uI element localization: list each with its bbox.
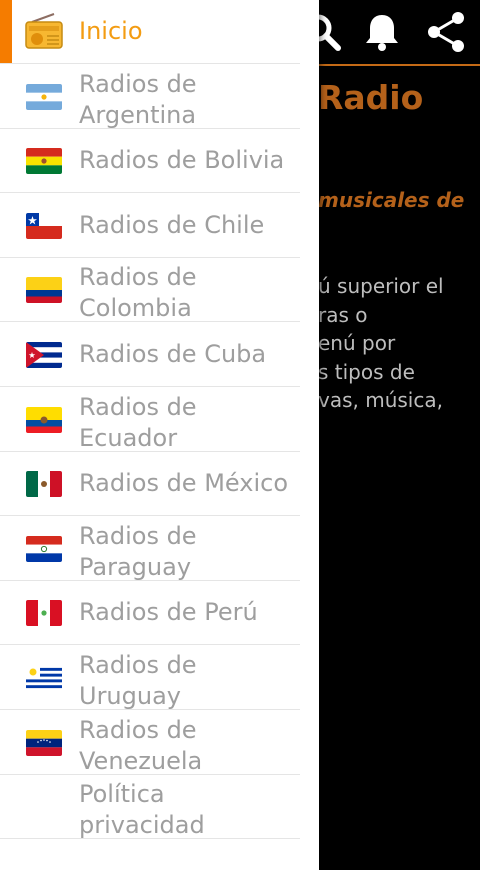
label-line: Radios de: [79, 651, 197, 679]
body-line: enú por: [318, 331, 396, 355]
drawer-item-ecuador[interactable]: Radios de Ecuador: [0, 388, 319, 452]
drawer-item-label: Radios de Ecuador: [79, 392, 197, 454]
drawer-item-inicio[interactable]: Inicio: [0, 0, 319, 64]
flag-mexico-icon: [26, 471, 62, 498]
label-line: Argentina: [79, 100, 197, 129]
drawer-item-label: Radios de Paraguay: [79, 521, 197, 583]
flag-bolivia-icon: [26, 148, 62, 175]
drawer-item-paraguay[interactable]: Radios de Paraguay: [0, 517, 319, 581]
drawer-item-uruguay[interactable]: Radios de Uruguay: [0, 646, 319, 710]
drawer-item-bolivia[interactable]: Radios de Bolivia: [0, 129, 319, 194]
drawer-item-label: Radios de Bolivia: [79, 146, 285, 175]
drawer-item-label: Radios de Colombia: [79, 262, 197, 324]
drawer-item-label: Radios de México: [79, 469, 289, 498]
flag-uruguay-icon: [26, 665, 62, 691]
page-subtitle: musicales de: [318, 188, 465, 212]
label-line: Uruguay: [79, 682, 181, 710]
label-line: Venezuela: [79, 746, 203, 775]
body-line: ú superior el: [318, 274, 444, 298]
active-indicator: [0, 0, 12, 64]
label-line: Política: [79, 780, 165, 809]
page-title: Radio: [318, 78, 424, 117]
label-line: Radios de: [79, 521, 197, 550]
bell-icon[interactable]: [360, 10, 404, 54]
flag-cuba-icon: [26, 342, 62, 368]
flag-chile-icon: [26, 212, 62, 239]
flag-peru-icon: [26, 600, 62, 627]
drawer-item-label: Radios de Uruguay: [79, 650, 197, 712]
drawer-item-mexico[interactable]: Radios de México: [0, 452, 319, 517]
drawer-item-chile[interactable]: Radios de Chile: [0, 194, 319, 258]
page-body-text: ú superior el ras o enú por s tipos de v…: [318, 272, 480, 415]
label-line: Colombia: [79, 294, 192, 323]
label-line: Radios de: [79, 69, 197, 98]
share-icon[interactable]: [424, 10, 468, 54]
flag-argentina-icon: [26, 83, 62, 110]
drawer-item-label: Radios de Cuba: [79, 340, 267, 368]
radio-icon: [24, 12, 64, 52]
label-line: Radios de: [79, 392, 197, 421]
drawer-item-privacy-policy[interactable]: Política privacidad: [0, 775, 319, 841]
label-line: Ecuador: [79, 423, 178, 452]
body-line: vas, música,: [318, 388, 443, 412]
drawer-item-venezuela[interactable]: Radios de Venezuela: [0, 711, 319, 775]
navigation-drawer: Inicio Radios de Argentina Radios de Bol…: [0, 0, 319, 870]
label-line: Radios de: [79, 263, 197, 292]
label-line: Paraguay: [79, 552, 192, 581]
label-line: Radios de: [79, 715, 197, 744]
drawer-item-label: Radios de Chile: [79, 210, 265, 239]
flag-venezuela-icon: [26, 729, 62, 756]
flag-paraguay-icon: [26, 535, 62, 562]
body-line: ras o: [318, 302, 368, 327]
drawer-item-label: Radios de Argentina: [79, 69, 197, 131]
label-line: privacidad: [79, 811, 205, 840]
drawer-item-label: Inicio: [79, 17, 143, 45]
body-line: s tipos de: [318, 359, 415, 384]
drawer-item-label: Radios de Venezuela: [79, 715, 202, 777]
drawer-item-argentina[interactable]: Radios de Argentina: [0, 65, 319, 129]
flag-ecuador-icon: [26, 406, 62, 433]
divider: [0, 838, 300, 840]
flag-colombia-icon: [26, 277, 62, 304]
drawer-item-label: Política privacidad: [79, 779, 205, 841]
drawer-item-label: Radios de Perú: [79, 598, 258, 627]
drawer-item-colombia[interactable]: Radios de Colombia: [0, 258, 319, 324]
drawer-item-cuba[interactable]: Radios de Cuba: [0, 323, 319, 387]
drawer-item-peru[interactable]: Radios de Perú: [0, 581, 319, 646]
